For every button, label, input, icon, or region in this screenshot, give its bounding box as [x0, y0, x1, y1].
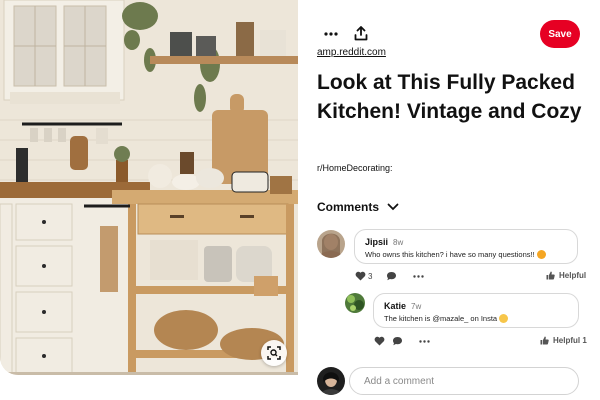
heart-eyes-emoji-icon: [536, 250, 546, 259]
comment-bubble: Jipsii 8w Who owns this kitchen? i have …: [354, 229, 578, 264]
more-options-button[interactable]: [320, 24, 342, 44]
comments-title: Comments: [317, 200, 380, 214]
comment-text: Who owns this kitchen? i have so many qu…: [365, 250, 567, 259]
source-link[interactable]: amp.reddit.com: [317, 47, 386, 58]
reply-icon: [387, 272, 397, 281]
helpful-label: Helpful 1: [553, 336, 587, 345]
more-icon: [419, 339, 430, 343]
comment-more-button[interactable]: [413, 274, 425, 278]
thumbs-up-icon: [540, 336, 549, 345]
share-icon: [354, 25, 368, 40]
pin-image[interactable]: [0, 0, 298, 375]
avatar[interactable]: [317, 230, 345, 258]
comment-actions: 3: [355, 271, 425, 281]
helpful-button[interactable]: Helpful 1: [540, 336, 587, 345]
save-button[interactable]: Save: [540, 20, 580, 48]
more-icon: [413, 274, 425, 278]
reply-text: The kitchen is @mazale_ on Insta: [384, 314, 568, 323]
reply-button[interactable]: [386, 271, 397, 281]
visual-search-button[interactable]: [261, 340, 287, 366]
like-button[interactable]: 3: [355, 271, 372, 281]
lens-icon: [267, 346, 281, 360]
heart-icon: [374, 336, 385, 346]
pin-title: Look at This Fully Packed Kitchen! Vinta…: [317, 71, 582, 123]
comment-time: 8w: [393, 238, 404, 247]
add-comment-input[interactable]: [349, 367, 579, 395]
pin-description: r/HomeDecorating:: [317, 163, 393, 173]
like-count: 3: [368, 271, 373, 281]
pin-details: Save amp.reddit.com Look at This Fully P…: [298, 0, 600, 400]
heart-icon: [355, 271, 366, 281]
pin-closeup: Save amp.reddit.com Look at This Fully P…: [0, 0, 600, 400]
like-button[interactable]: [374, 336, 385, 346]
current-user-avatar[interactable]: [317, 367, 345, 395]
kitchen-photo: [0, 0, 298, 375]
reply-button[interactable]: [392, 336, 403, 346]
thumbs-up-icon: [546, 271, 555, 280]
avatar[interactable]: [345, 293, 365, 313]
helpful-label: Helpful: [559, 271, 587, 280]
reply-time: 7w: [411, 302, 422, 311]
chevron-down-icon: [387, 203, 399, 211]
ok-hand-emoji-icon: [499, 314, 509, 323]
more-icon: [324, 32, 338, 36]
comment-author[interactable]: Jipsii: [365, 237, 388, 247]
reply-icon: [393, 337, 402, 346]
share-button[interactable]: [350, 22, 372, 44]
comments-toggle[interactable]: Comments: [317, 200, 399, 214]
helpful-button[interactable]: Helpful: [546, 271, 586, 280]
reply-actions: [374, 336, 430, 346]
reply-bubble: Katie 7w The kitchen is @mazale_ on Inst…: [373, 293, 579, 328]
comment-more-button[interactable]: [419, 339, 430, 343]
pin-toolbar: Save: [298, 20, 600, 48]
reply-author[interactable]: Katie: [384, 301, 406, 311]
